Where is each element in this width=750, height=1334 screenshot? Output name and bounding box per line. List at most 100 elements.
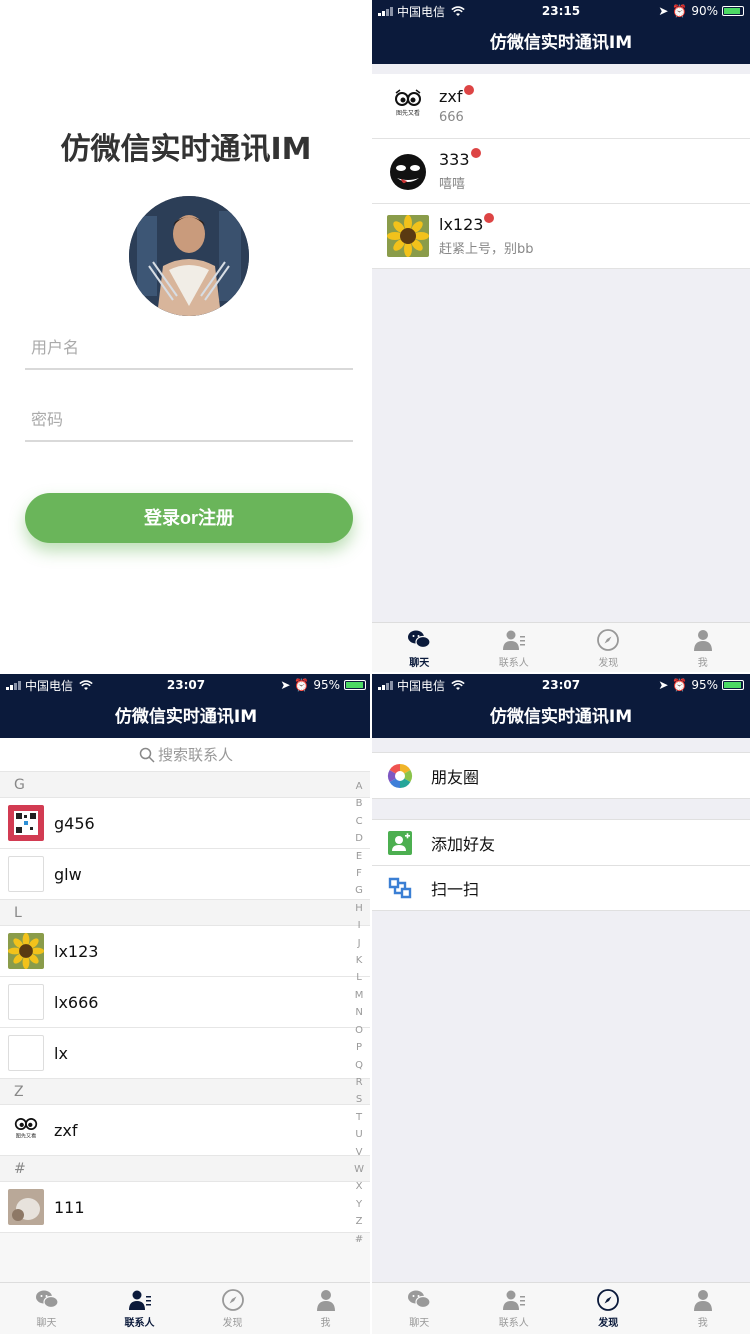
chat-preview: 嘻嘻 [439,177,466,192]
moments-icon [387,763,413,788]
contact-row[interactable]: 图先又看 zxf [0,1105,370,1156]
eyes-logo-avatar: 图先又看 [387,85,429,127]
contacts-icon [502,630,525,650]
tab-me[interactable]: 我 [279,1283,372,1334]
login-register-button[interactable]: 登录or注册 [25,493,353,543]
contact-row[interactable]: lx [0,1028,370,1079]
carrier-label: 中国电信 [397,678,446,693]
chat-item[interactable]: lx123 赶紧上号，别bb [372,204,750,269]
index-letter[interactable]: J [358,935,361,952]
tab-bar: 聊天 联系人 发现 我 [372,622,750,674]
index-letter[interactable]: V [356,1144,363,1161]
index-letter[interactable]: U [355,1126,362,1143]
index-letter[interactable]: E [356,848,362,865]
eyes-logo-text: 图先又看 [16,1132,37,1140]
index-letter[interactable]: Y [356,1196,362,1213]
chat-item[interactable]: 图先又看 zxf 666 [372,74,750,139]
tab-contacts[interactable]: 联系人 [467,623,562,674]
alphabet-index[interactable]: A B C D E F G H I J K L M N O P Q R S T U V W X Y Z # [354,778,364,1248]
contact-row[interactable]: glw [0,849,370,900]
black-face-avatar [387,150,429,192]
chat-icon [408,630,431,649]
status-bar: 中国电信 23:07 ➤ ⏰ 95% [372,674,750,696]
index-letter[interactable]: P [356,1039,362,1056]
tab-label: 联系人 [498,658,529,669]
photo-avatar [8,1189,44,1225]
nav-title: 仿微信实时通讯IM [0,696,372,738]
index-letter[interactable]: R [356,1074,363,1091]
index-letter[interactable]: Q [355,1057,363,1074]
chat-name: 333 [439,148,481,169]
person-icon [316,1290,335,1311]
location-icon: ➤ [658,4,669,18]
index-letter[interactable]: O [355,1022,363,1039]
wifi-icon [79,679,93,690]
tab-contacts[interactable]: 联系人 [467,1283,562,1334]
contact-search[interactable]: 搜索联系人 [0,738,372,772]
wifi-icon [451,679,465,690]
tab-label: 我 [697,1318,708,1329]
status-bar: 中国电信 23:15 ➤ ⏰ 90% [372,0,750,22]
contact-name: lx [54,1043,68,1063]
tab-discover[interactable]: 发现 [186,1283,279,1334]
section-header: L [0,900,372,926]
username-input[interactable] [25,326,353,368]
clock-label: 23:15 [541,4,581,18]
tab-chat[interactable]: 聊天 [0,1283,93,1334]
tab-chat[interactable]: 聊天 [372,623,467,674]
password-input[interactable] [25,398,353,440]
contacts-screen: 中国电信 23:07 ➤ ⏰ 95% 仿微信实时通讯IM 搜索联系人 G g45… [0,674,372,1334]
add-friend-item[interactable]: 添加好友 [372,820,750,865]
unread-dot [484,213,495,223]
contact-row[interactable]: lx123 [0,926,370,977]
index-letter[interactable]: W [354,1161,364,1178]
index-letter[interactable]: X [356,1178,363,1195]
tab-me[interactable]: 我 [656,623,750,674]
index-letter[interactable]: # [355,1231,363,1248]
tab-label: 聊天 [36,1318,57,1329]
index-letter[interactable]: B [356,795,363,812]
index-letter[interactable]: T [356,1109,362,1126]
moments-item[interactable]: 朋友圈 [372,753,750,798]
index-letter[interactable]: K [356,952,363,969]
scan-icon [388,877,412,899]
tab-discover[interactable]: 发现 [561,1283,656,1334]
index-letter[interactable]: H [355,900,363,917]
empty-avatar [8,856,44,892]
tab-label: 聊天 [409,1318,430,1329]
chat-list: 图先又看 zxf 666 333 嘻嘻 lx123 赶紧上号，别bb [372,74,750,269]
index-letter[interactable]: D [355,830,363,847]
tab-label: 我 [320,1318,331,1329]
tab-label: 联系人 [124,1318,155,1329]
tab-contacts[interactable]: 联系人 [93,1283,186,1334]
index-letter[interactable]: I [358,917,361,934]
index-letter[interactable]: C [356,813,363,830]
empty-avatar [8,984,44,1020]
index-letter[interactable]: F [356,865,362,882]
contact-row[interactable]: lx666 [0,977,370,1028]
person-icon [693,630,712,651]
chat-item[interactable]: 333 嘻嘻 [372,139,750,204]
qr-avatar [8,805,44,841]
tab-me[interactable]: 我 [656,1283,750,1334]
tab-discover[interactable]: 发现 [561,623,656,674]
tab-bar: 聊天 联系人 发现 我 [372,1282,750,1334]
alarm-icon: ⏰ [672,4,688,18]
index-letter[interactable]: G [355,882,363,899]
section-header: Z [0,1079,372,1105]
contact-row[interactable]: g456 [0,798,370,849]
password-field [25,398,353,442]
contact-row[interactable]: 111 [0,1182,370,1233]
index-letter[interactable]: Z [356,1213,363,1230]
index-letter[interactable]: L [356,969,362,986]
scan-item[interactable]: 扫一扫 [372,865,750,910]
contacts-icon [502,1290,525,1310]
index-letter[interactable]: A [356,778,363,795]
battery-percent: 95% [313,678,340,692]
index-letter[interactable]: M [355,987,364,1004]
index-letter[interactable]: S [356,1091,362,1108]
index-letter[interactable]: N [355,1004,362,1021]
screenshot-collage: 仿微信实时通讯IM 登录or注册 [0,0,750,1334]
tab-chat[interactable]: 聊天 [372,1283,467,1334]
compass-icon [597,1289,620,1311]
